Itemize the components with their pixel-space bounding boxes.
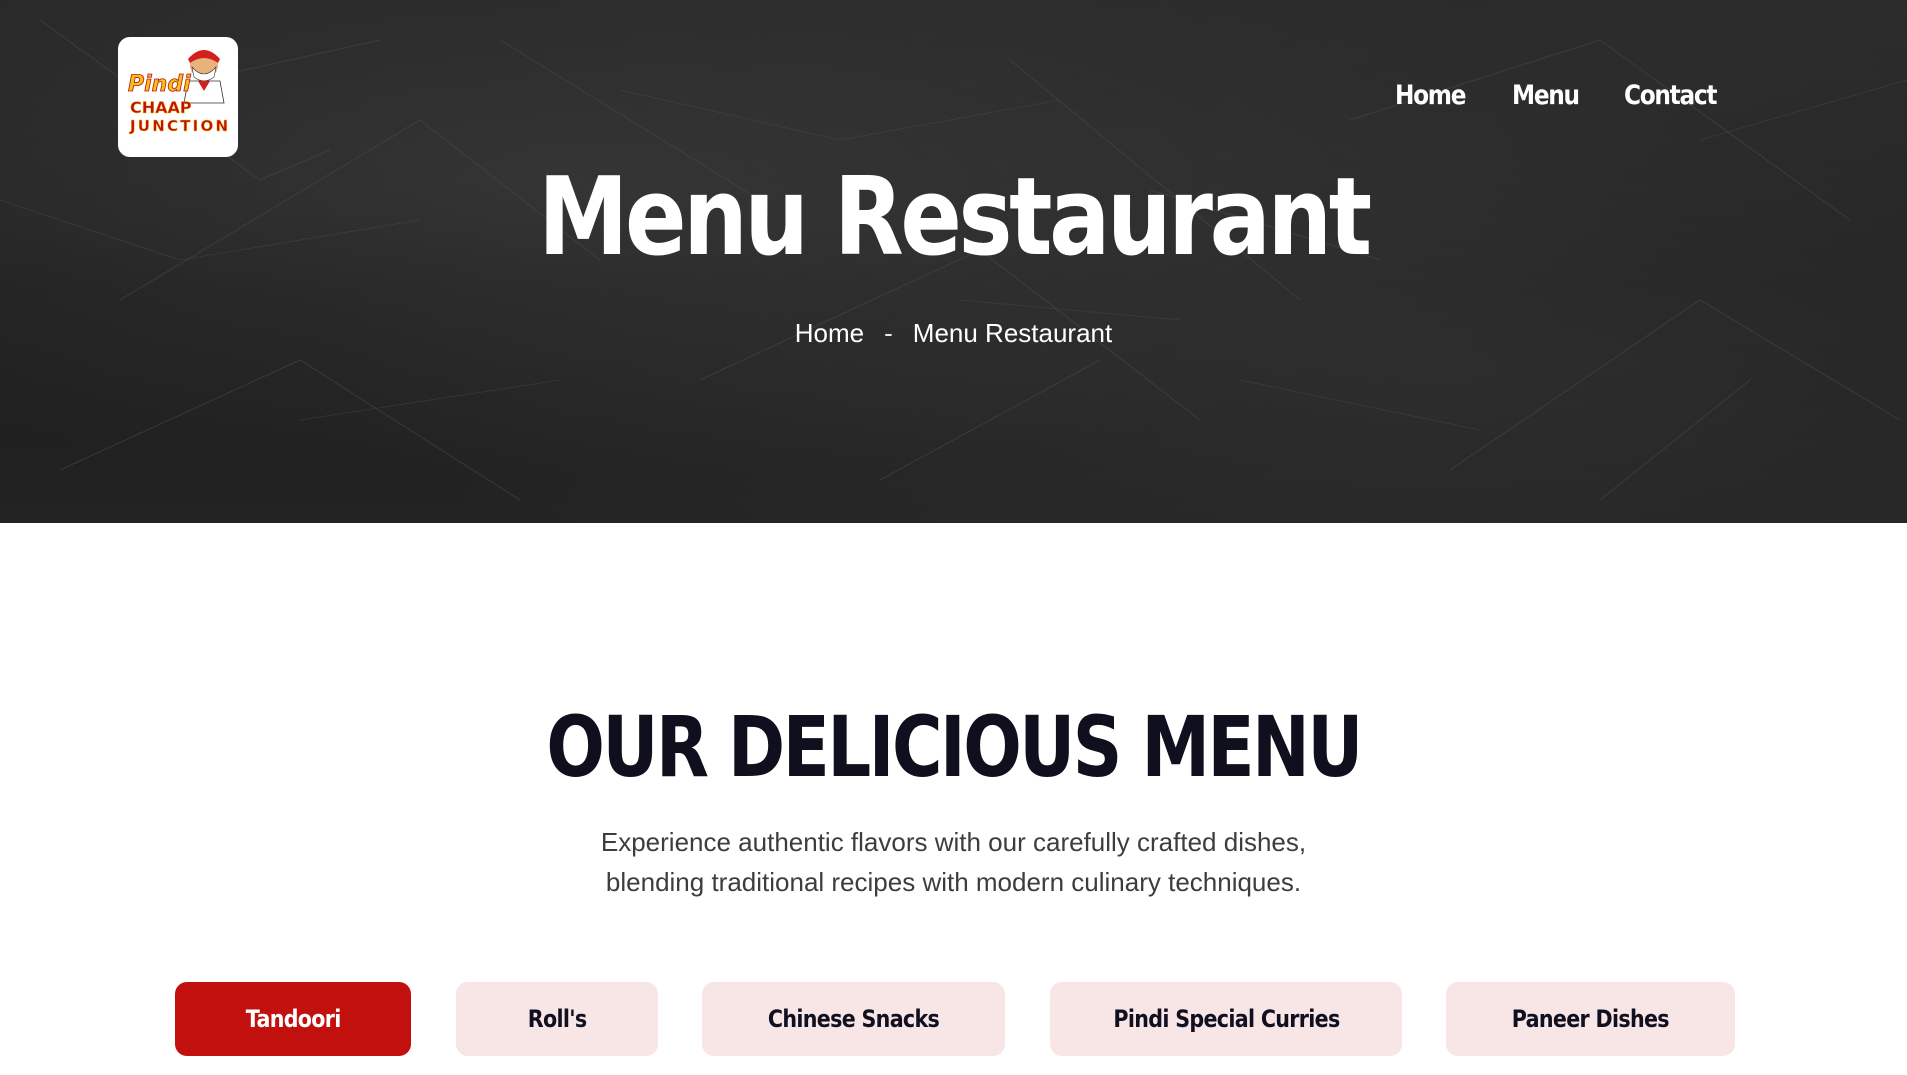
tab-tandoori[interactable]: Tandoori: [175, 982, 411, 1056]
tab-paneer-dishes[interactable]: Paneer Dishes: [1446, 982, 1735, 1056]
page-title: Menu Restaurant: [538, 155, 1372, 280]
breadcrumb-home-link[interactable]: Home: [795, 318, 864, 348]
svg-text:JUNCTION: JUNCTION: [129, 117, 228, 135]
tab-pindi-special-curries[interactable]: Pindi Special Curries: [1050, 982, 1402, 1056]
section-description: Experience authentic flavors with our ca…: [0, 822, 1907, 902]
nav-link-home[interactable]: Home: [1395, 80, 1466, 111]
menu-category-tabs: Tandoori Roll's Chinese Snacks Pindi Spe…: [0, 982, 1907, 1056]
section-title: OUR DELICIOUS MENU: [546, 698, 1363, 796]
logo-emblem-icon: Pindi CHAAP JUNCTION: [128, 50, 228, 135]
hero-banner: Pindi CHAAP JUNCTION Home Menu Contact M…: [0, 0, 1907, 523]
nav-link-menu[interactable]: Menu: [1512, 80, 1580, 111]
breadcrumb-separator: -: [884, 318, 893, 348]
section-description-line-2: blending traditional recipes with modern…: [605, 867, 1302, 897]
tab-chinese-snacks[interactable]: Chinese Snacks: [702, 982, 1005, 1056]
pindi-chaap-junction-logo[interactable]: Pindi CHAAP JUNCTION: [118, 37, 238, 157]
breadcrumb: Home - Menu Restaurant: [0, 318, 1907, 349]
main-nav: Home Menu Contact: [1380, 80, 1810, 120]
svg-text:CHAAP: CHAAP: [130, 98, 192, 117]
section-description-line-1: Experience authentic flavors with our ca…: [600, 827, 1307, 857]
nav-link-contact[interactable]: Contact: [1624, 80, 1717, 111]
tab-rolls[interactable]: Roll's: [456, 982, 658, 1056]
breadcrumb-current: Menu Restaurant: [912, 318, 1113, 348]
svg-text:Pindi: Pindi: [128, 72, 191, 97]
